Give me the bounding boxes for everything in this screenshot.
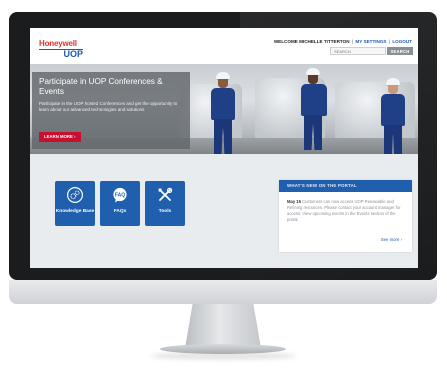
whats-new-panel: WHAT'S NEW ON THE PORTAL May 15 Customer… <box>279 180 412 252</box>
worker-coverall <box>211 88 235 120</box>
nav-separator: | <box>388 39 391 44</box>
nav-separator: | <box>351 39 354 44</box>
hero-worker-figure <box>298 68 330 150</box>
site-header: Honeywell UOP WELCOME MICHELLE TITTERTON… <box>30 28 418 64</box>
logout-link[interactable]: LOGOUT <box>392 39 412 44</box>
see-more-link[interactable]: See more › <box>381 237 402 242</box>
tools-tile[interactable]: Tools <box>145 181 185 226</box>
welcome-text: WELCOME MICHELLE TITTERTON <box>273 39 350 44</box>
news-date: May 15 <box>287 199 301 204</box>
hero-title: Participate in UOP Conferences & Events <box>39 77 163 96</box>
worker-coverall <box>381 94 405 126</box>
faqs-tile[interactable]: FAQ FAQs <box>100 181 140 226</box>
worker-head <box>308 75 318 84</box>
main-content: Knowledge Base FAQ FAQs Tools WHAT'S NEW… <box>30 154 418 268</box>
tools-wrench-screwdriver-icon <box>158 187 173 201</box>
my-settings-link[interactable]: MY SETTINGS <box>355 39 386 44</box>
worker-head <box>388 85 398 94</box>
learn-more-button[interactable]: LEARN MORE › <box>39 132 81 142</box>
knowledge-base-tile[interactable]: Knowledge Base <box>55 181 95 226</box>
knowledge-base-gears-icon <box>67 187 83 203</box>
hero-banner: Participate in UOP Conferences & Events … <box>30 64 418 154</box>
monitor-stand-neck <box>185 304 261 348</box>
hero-worker-figure <box>378 78 408 154</box>
hero-promo-panel: Participate in UOP Conferences & Events … <box>32 72 190 149</box>
hero-description: Participate in the UOP hosted Conference… <box>39 101 178 113</box>
worker-legs <box>214 119 232 154</box>
logo-product-text: UOP <box>39 49 83 59</box>
hero-worker-figure <box>208 72 238 154</box>
news-text: Customers can now access UOP Renewable a… <box>287 199 401 222</box>
monitor-stand-base <box>160 344 286 354</box>
worker-head <box>218 79 228 88</box>
news-item: May 15 Customers can now access UOP Rene… <box>279 192 412 223</box>
honeywell-uop-logo[interactable]: Honeywell UOP <box>39 39 83 59</box>
tools-label: Tools <box>158 209 172 214</box>
search-input[interactable] <box>330 47 386 55</box>
svg-text:FAQ: FAQ <box>115 192 125 198</box>
worker-legs <box>384 125 402 154</box>
search-button[interactable]: SEARCH <box>387 47 413 55</box>
worker-coverall <box>301 84 327 116</box>
monitor-screen: Honeywell UOP WELCOME MICHELLE TITTERTON… <box>30 28 418 268</box>
whats-new-header: WHAT'S NEW ON THE PORTAL <box>279 180 412 192</box>
logo-brand-text: Honeywell <box>39 39 77 48</box>
faq-speech-bubble-icon: FAQ <box>113 187 127 203</box>
faqs-label: FAQs <box>113 209 127 214</box>
monitor-chin <box>9 280 437 304</box>
user-nav: WELCOME MICHELLE TITTERTON | MY SETTINGS… <box>274 39 412 44</box>
knowledge-base-label: Knowledge Base <box>55 209 95 214</box>
worker-legs <box>304 115 322 150</box>
